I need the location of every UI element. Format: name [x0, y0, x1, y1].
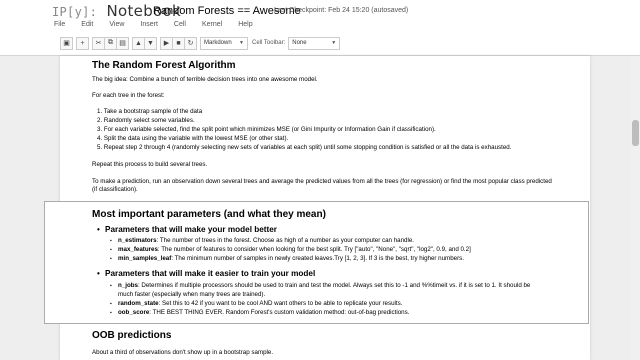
- step-2: 2. Randomly select some variables.: [97, 117, 195, 124]
- repeat-text: Repeat this process to build several tre…: [92, 161, 208, 168]
- cell-toolbar-label: Cell Toolbar:: [252, 40, 286, 46]
- menu-bar: File Edit View Insert Cell Kernel Help: [54, 19, 269, 33]
- oob-heading: OOB predictions: [92, 330, 172, 341]
- param-desc: : The minimum number of samples in newly…: [171, 255, 464, 262]
- prediction-text-line2: (if classification).: [92, 186, 138, 193]
- param-name: min_samples_leaf: [118, 255, 172, 262]
- prediction-text-line1: To make a prediction, run an observation…: [92, 178, 552, 185]
- logo-bracket: IP[y]:: [52, 5, 98, 19]
- param-n-estimators: n_estimators: The number of trees in the…: [110, 237, 415, 244]
- param-n-jobs-continued: much faster (especially when many trees …: [118, 291, 265, 298]
- notebook-header: IP[y]: Notebook Random Forests == Awesom…: [0, 0, 640, 56]
- menu-cell[interactable]: Cell: [174, 19, 186, 33]
- scrollbar-thumb[interactable]: [632, 120, 639, 146]
- menu-help[interactable]: Help: [238, 19, 252, 33]
- param-n-jobs: n_jobs: Determines if multiple processor…: [110, 282, 531, 289]
- checkpoint-status: Last Checkpoint: Feb 24 15:20 (autosaved…: [274, 7, 409, 14]
- param-desc: much faster (especially when many trees …: [118, 291, 266, 298]
- param-desc: : Determines if multiple processors shou…: [137, 282, 531, 289]
- page-scrollbar[interactable]: [631, 56, 640, 360]
- param-desc: : The number of features to consider whe…: [157, 246, 471, 253]
- cell-toolbar-select[interactable]: None ▼: [288, 36, 341, 50]
- cell-type-select[interactable]: Markdown ▼: [200, 36, 248, 50]
- param-max-features: max_features: The number of features to …: [110, 246, 471, 253]
- menu-edit[interactable]: Edit: [81, 19, 93, 33]
- menu-insert[interactable]: Insert: [140, 19, 158, 33]
- step-4: 4. Split the data using the variable wit…: [97, 135, 289, 142]
- for-each-text: For each tree in the forest:: [92, 92, 165, 99]
- oob-text: About a third of observations don't show…: [92, 349, 274, 356]
- param-name: n_jobs: [118, 282, 138, 289]
- move-down-icon[interactable]: ▼: [144, 36, 157, 50]
- step-3: 3. For each variable selected, find the …: [97, 126, 436, 133]
- param-desc: : Set this to 42 if you want to be cool …: [158, 300, 403, 307]
- markdown-cell-parameters[interactable]: Most important parameters (and what they…: [44, 201, 589, 324]
- step-1: 1. Take a bootstrap sample of the data: [97, 108, 203, 115]
- param-name: n_estimators: [118, 237, 157, 244]
- algorithm-heading: The Random Forest Algorithm: [92, 60, 236, 71]
- parameters-heading: Most important parameters (and what they…: [92, 209, 326, 220]
- save-icon[interactable]: ▣: [60, 36, 73, 50]
- big-idea-text: The big idea: Combine a bunch of terribl…: [92, 76, 318, 83]
- chevron-down-icon: ▼: [331, 40, 337, 46]
- restart-icon[interactable]: ↻: [184, 36, 197, 50]
- better-model-subheading: Parameters that will make your model bet…: [97, 225, 277, 234]
- menu-view[interactable]: View: [109, 19, 124, 33]
- param-oob-score: oob_score: THE BEST THING EVER. Random F…: [110, 309, 410, 316]
- cell-type-value: Markdown: [204, 40, 232, 46]
- insert-cell-icon[interactable]: +: [76, 36, 89, 50]
- param-desc: : THE BEST THING EVER. Random Forest's c…: [149, 309, 410, 316]
- param-name: oob_score: [118, 309, 150, 316]
- param-desc: : The number of trees in the forest. Cho…: [156, 237, 415, 244]
- param-name: max_features: [118, 246, 158, 253]
- easier-training-subheading: Parameters that will make it easier to t…: [97, 269, 315, 278]
- step-5: 5. Repeat step 2 through 4 (randomly sel…: [97, 144, 512, 151]
- cell-toolbar-value: None: [292, 40, 307, 46]
- param-name: random_state: [118, 300, 159, 307]
- param-min-samples-leaf: min_samples_leaf: The minimum number of …: [110, 255, 464, 262]
- paste-icon[interactable]: ▤: [116, 36, 129, 50]
- param-random-state: random_state: Set this to 42 if you want…: [110, 300, 403, 307]
- menu-kernel[interactable]: Kernel: [202, 19, 222, 33]
- menu-file[interactable]: File: [54, 19, 65, 33]
- toolbar: ▣ + ✂ ⧉ ▤ ▲ ▼ ▶ ■ ↻ Markdown ▼ Cell Tool…: [60, 36, 341, 50]
- chevron-down-icon: ▼: [239, 40, 244, 46]
